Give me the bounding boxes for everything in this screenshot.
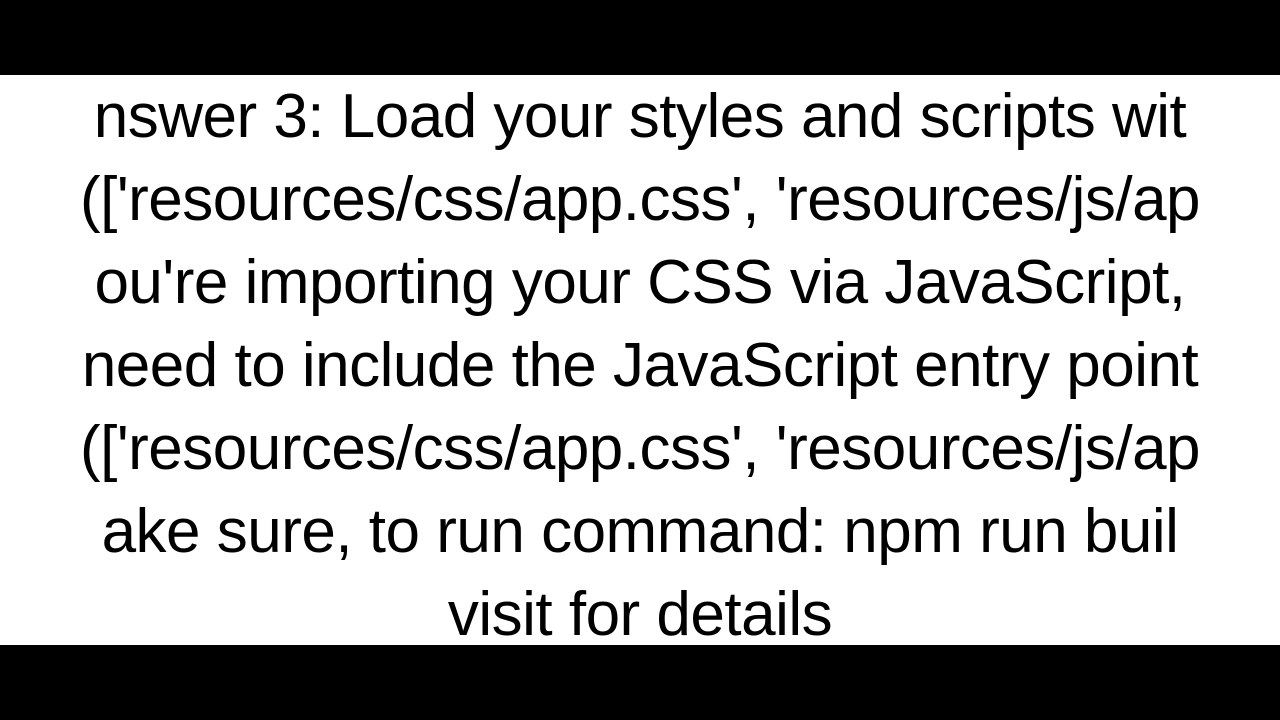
answer-line-3: ou're importing your CSS via JavaScript, xyxy=(0,241,1280,324)
answer-text-block: nswer 3: Load your styles and scripts wi… xyxy=(0,75,1280,645)
answer-line-1: nswer 3: Load your styles and scripts wi… xyxy=(0,75,1280,158)
answer-line-5: (['resources/css/app.css', 'resources/js… xyxy=(0,407,1280,490)
answer-line-7: visit for details xyxy=(0,573,1280,645)
answer-line-2: (['resources/css/app.css', 'resources/js… xyxy=(0,158,1280,241)
answer-line-4: need to include the JavaScript entry poi… xyxy=(0,324,1280,407)
content-viewport: nswer 3: Load your styles and scripts wi… xyxy=(0,75,1280,645)
answer-line-6: ake sure, to run command: npm run buil xyxy=(0,490,1280,573)
